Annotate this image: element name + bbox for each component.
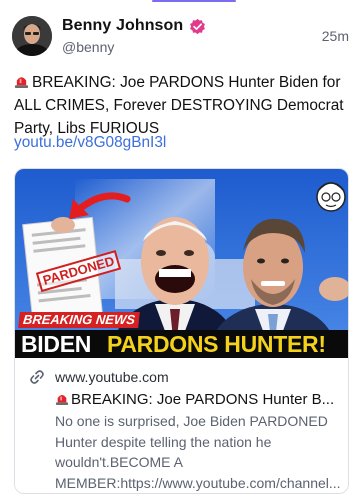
verified-badge-icon xyxy=(190,18,206,34)
link-card[interactable]: PARDONED BREAKING NEWS BIDEN PARDONS HUN… xyxy=(14,168,349,494)
link-card-title-text: BREAKING: Joe PARDONS Hunter B... xyxy=(71,391,335,408)
thumbnail-headline-yellow: PARDONS HUNTER! xyxy=(107,331,326,357)
link-card-thumbnail[interactable]: PARDONED BREAKING NEWS BIDEN PARDONS HUN… xyxy=(15,169,348,358)
author-handle[interactable]: @benny xyxy=(62,39,206,55)
link-card-body[interactable]: www.youtube.com BREAKING: Joe PARDONS Hu… xyxy=(15,359,348,493)
scroll-indicator xyxy=(152,0,236,2)
siren-icon xyxy=(55,395,69,405)
avatar[interactable] xyxy=(12,16,52,56)
post-text: BREAKING: Joe PARDONS Hunter Biden for A… xyxy=(14,71,354,140)
post-text-body: BREAKING: Joe PARDONS Hunter Biden for A… xyxy=(14,74,344,137)
author-names: Benny Johnson @benny xyxy=(62,16,206,55)
post-link[interactable]: youtu.be/v8G08gBnI3l xyxy=(14,134,166,152)
link-card-domain: www.youtube.com xyxy=(55,369,169,385)
link-card-title[interactable]: BREAKING: Joe PARDONS Hunter B... xyxy=(55,391,335,408)
breaking-news-tag: BREAKING NEWS xyxy=(18,312,140,328)
post-header: Benny Johnson @benny 25m xyxy=(12,14,351,58)
author-display-name[interactable]: Benny Johnson xyxy=(62,17,183,35)
link-icon xyxy=(30,370,44,384)
siren-icon xyxy=(14,77,29,88)
thumbnail-headline-white: BIDEN xyxy=(21,331,92,357)
link-card-description: No one is surprised, Joe Biden PARDONED … xyxy=(55,413,341,491)
top-accent xyxy=(0,0,363,3)
post-timestamp[interactable]: 25m xyxy=(322,28,349,44)
display-name-row: Benny Johnson xyxy=(62,16,206,36)
link-card-domain-row: www.youtube.com xyxy=(27,367,338,387)
